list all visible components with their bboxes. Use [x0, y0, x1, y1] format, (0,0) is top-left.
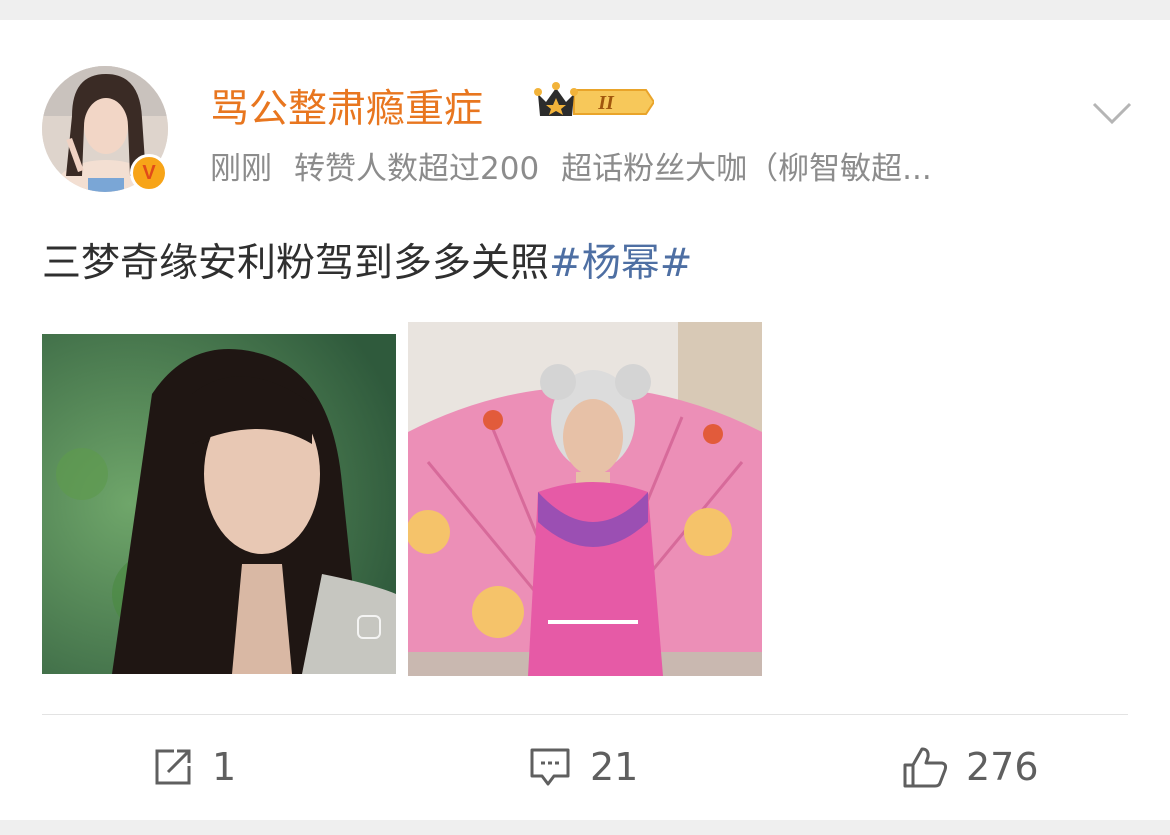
post-card: V 骂公整肃瘾重症 II 刚刚转赞人数超过200 超话粉丝大咖（柳智敏超...	[0, 20, 1170, 820]
comment-icon	[530, 748, 570, 786]
weibo-feed-screen: V 骂公整肃瘾重症 II 刚刚转赞人数超过200 超话粉丝大咖（柳智敏超...	[0, 0, 1170, 835]
author-name[interactable]: 骂公整肃瘾重症	[210, 78, 483, 134]
comment-button[interactable]: 21	[528, 742, 638, 792]
post-body: 三梦奇缘安利粉驾到多多关照#杨幂#	[42, 232, 692, 288]
post-text: 三梦奇缘安利粉驾到多多关照	[42, 241, 550, 286]
chevron-down-icon[interactable]	[1090, 90, 1134, 134]
divider	[42, 714, 1128, 715]
super-topic-tag[interactable]: 超话粉丝大咖（柳智敏超...	[561, 151, 932, 187]
post-image-1[interactable]	[42, 334, 396, 674]
comment-count: 21	[590, 745, 639, 789]
fan-level-text: II	[597, 92, 615, 114]
repost-button[interactable]: 1	[152, 742, 236, 792]
thumbs-up-icon	[903, 747, 948, 788]
post-meta: 刚刚 转赞人数超过200 超话粉丝大咖（柳智敏超...	[210, 143, 932, 188]
post-image-2[interactable]	[408, 322, 762, 676]
verified-v-icon: V	[130, 154, 168, 192]
repost-icon	[155, 749, 191, 785]
crown-icon	[534, 82, 578, 116]
post-time: 刚刚	[210, 151, 272, 187]
topic-link[interactable]: #杨幂#	[549, 241, 692, 286]
repost-count: 1	[212, 745, 237, 789]
repost-note: 转赞人数超过200	[294, 151, 540, 187]
fan-level-badge: II	[534, 80, 656, 124]
like-count: 276	[966, 745, 1039, 789]
like-button[interactable]: 276	[902, 742, 1039, 792]
